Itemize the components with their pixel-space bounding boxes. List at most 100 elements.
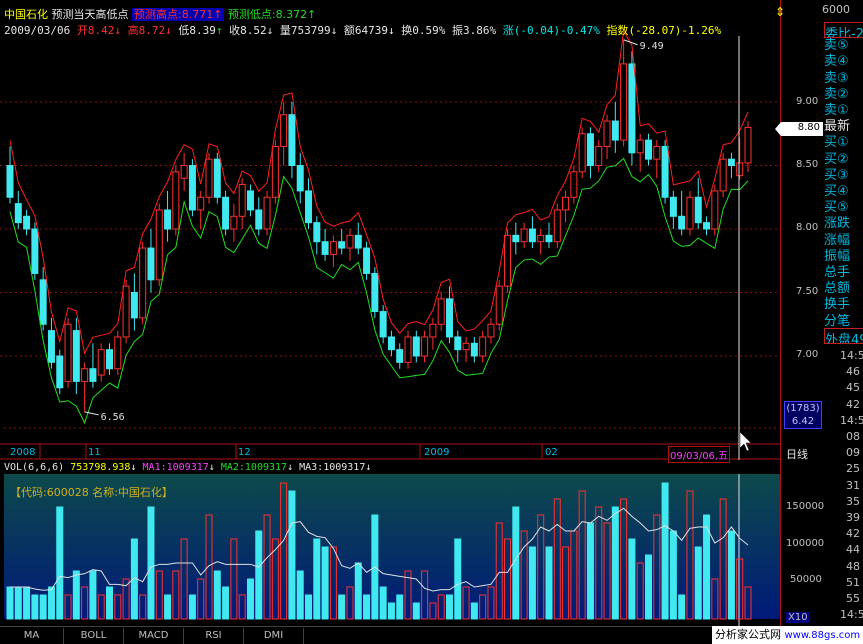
tick-time: 45 (846, 381, 860, 395)
quote-panel-item: 买① (824, 135, 849, 148)
candle (437, 292, 445, 331)
quote-close-arrow: ↓ (266, 24, 274, 37)
candle (246, 184, 254, 217)
period-selector[interactable]: 日线 (786, 446, 808, 462)
candle (570, 165, 578, 204)
candle-body (495, 285, 503, 325)
candle-body (363, 247, 371, 274)
volume-bar (164, 594, 172, 620)
candle-body (64, 323, 72, 382)
candle (305, 178, 313, 229)
low-mark-label: 6.56 (101, 412, 125, 423)
predict-high-line (9, 29, 749, 355)
candle (313, 216, 321, 255)
volume-bar (363, 594, 371, 620)
candle (288, 102, 296, 179)
candle (72, 317, 80, 395)
tab-ma[interactable]: MA (0, 628, 64, 644)
candle (106, 343, 114, 376)
tab-boll[interactable]: BOLL (64, 628, 124, 644)
cursor-price: 6.42 (791, 416, 815, 427)
candle-body (39, 279, 47, 325)
candle (653, 140, 661, 179)
candle (255, 197, 263, 236)
quote-high-arrow: ↓ (165, 24, 172, 37)
candle-body (197, 196, 205, 211)
price-axis-label: 8.00 (796, 222, 819, 233)
tick-time: 42 (846, 527, 860, 541)
candle (429, 317, 437, 350)
quote-index: 指数(-28.07)-1.26% (606, 24, 722, 37)
tick-time: 48 (846, 559, 860, 573)
quote-panel-item: 换手 (824, 297, 851, 310)
candle-body (213, 158, 221, 198)
volume-bar (255, 530, 263, 620)
volume-bar (56, 506, 64, 620)
candle-body (338, 241, 346, 249)
candle-body (313, 222, 321, 243)
candle-body (56, 355, 64, 389)
candle-body (72, 330, 80, 382)
volume-bar (678, 594, 686, 620)
tab-macd[interactable]: MACD (124, 628, 184, 644)
candle-body (296, 165, 304, 192)
date-axis-label: 02 (545, 447, 558, 458)
candle-body (379, 311, 387, 338)
candle (39, 267, 47, 331)
volume-bar (396, 594, 404, 620)
candle (379, 305, 387, 344)
quote-panel-item: 总额 (824, 281, 851, 294)
predict-high-arrow: ↑ (213, 8, 223, 21)
volume-bar (321, 546, 329, 620)
volume-bar (222, 586, 230, 620)
candle-body (644, 139, 652, 160)
candle (222, 190, 230, 236)
candle-body (412, 336, 420, 357)
candle-body (595, 145, 603, 166)
candle (454, 330, 462, 363)
candle (512, 222, 520, 255)
tick-time: 31 (846, 478, 860, 492)
volume-bar (661, 482, 669, 620)
tick-time: 08 (846, 430, 860, 443)
price-axis-label: 7.00 (796, 349, 819, 360)
vol-value: 753798.938 (70, 462, 131, 473)
candle (495, 279, 503, 331)
candle (603, 114, 611, 160)
candle (744, 121, 752, 172)
quote-panel-item: 总手 (824, 265, 851, 277)
quote-amount-arrow: ↓ (387, 24, 395, 37)
candle-body (23, 215, 31, 230)
candle (678, 190, 686, 236)
candle (23, 209, 31, 236)
quote-panel-item: 涨跌 (824, 216, 851, 229)
tab-rsi[interactable]: RSI (184, 628, 244, 644)
predict-low-label: 预测低点:8.372 (227, 8, 308, 21)
predict-low-line (9, 157, 749, 425)
quote-panel-item: 振幅 (824, 248, 851, 261)
candle-body (147, 247, 155, 281)
candle-body (288, 114, 296, 166)
candle-body (711, 190, 719, 230)
candle-body (686, 196, 694, 230)
price-axis-label: 8.50 (796, 159, 819, 170)
candle (114, 330, 122, 376)
cursor-readout: (1783) 6.42 (784, 401, 822, 429)
candle (727, 152, 735, 179)
candle-body (421, 336, 429, 357)
candle-body (89, 368, 97, 382)
quote-date: 2009/03/06 (4, 24, 71, 37)
candle-body (437, 298, 445, 325)
candle-body (222, 196, 230, 230)
candle-body (97, 349, 105, 376)
candle (56, 349, 64, 395)
volume-bar (694, 546, 702, 620)
tick-time: 14:59 (840, 413, 863, 427)
candle (64, 317, 72, 388)
candle (263, 190, 271, 236)
quote-line: 2009/03/06 开8.42↓ 高8.72↓ 低8.39↑ 收8.52↓ 量… (4, 22, 722, 37)
candle-body (553, 209, 561, 243)
tab-dmi[interactable]: DMI (244, 628, 304, 644)
price-chart[interactable]: 9.49 6.56 (0, 0, 781, 460)
settings-icon[interactable]: ⇕ (773, 5, 787, 19)
